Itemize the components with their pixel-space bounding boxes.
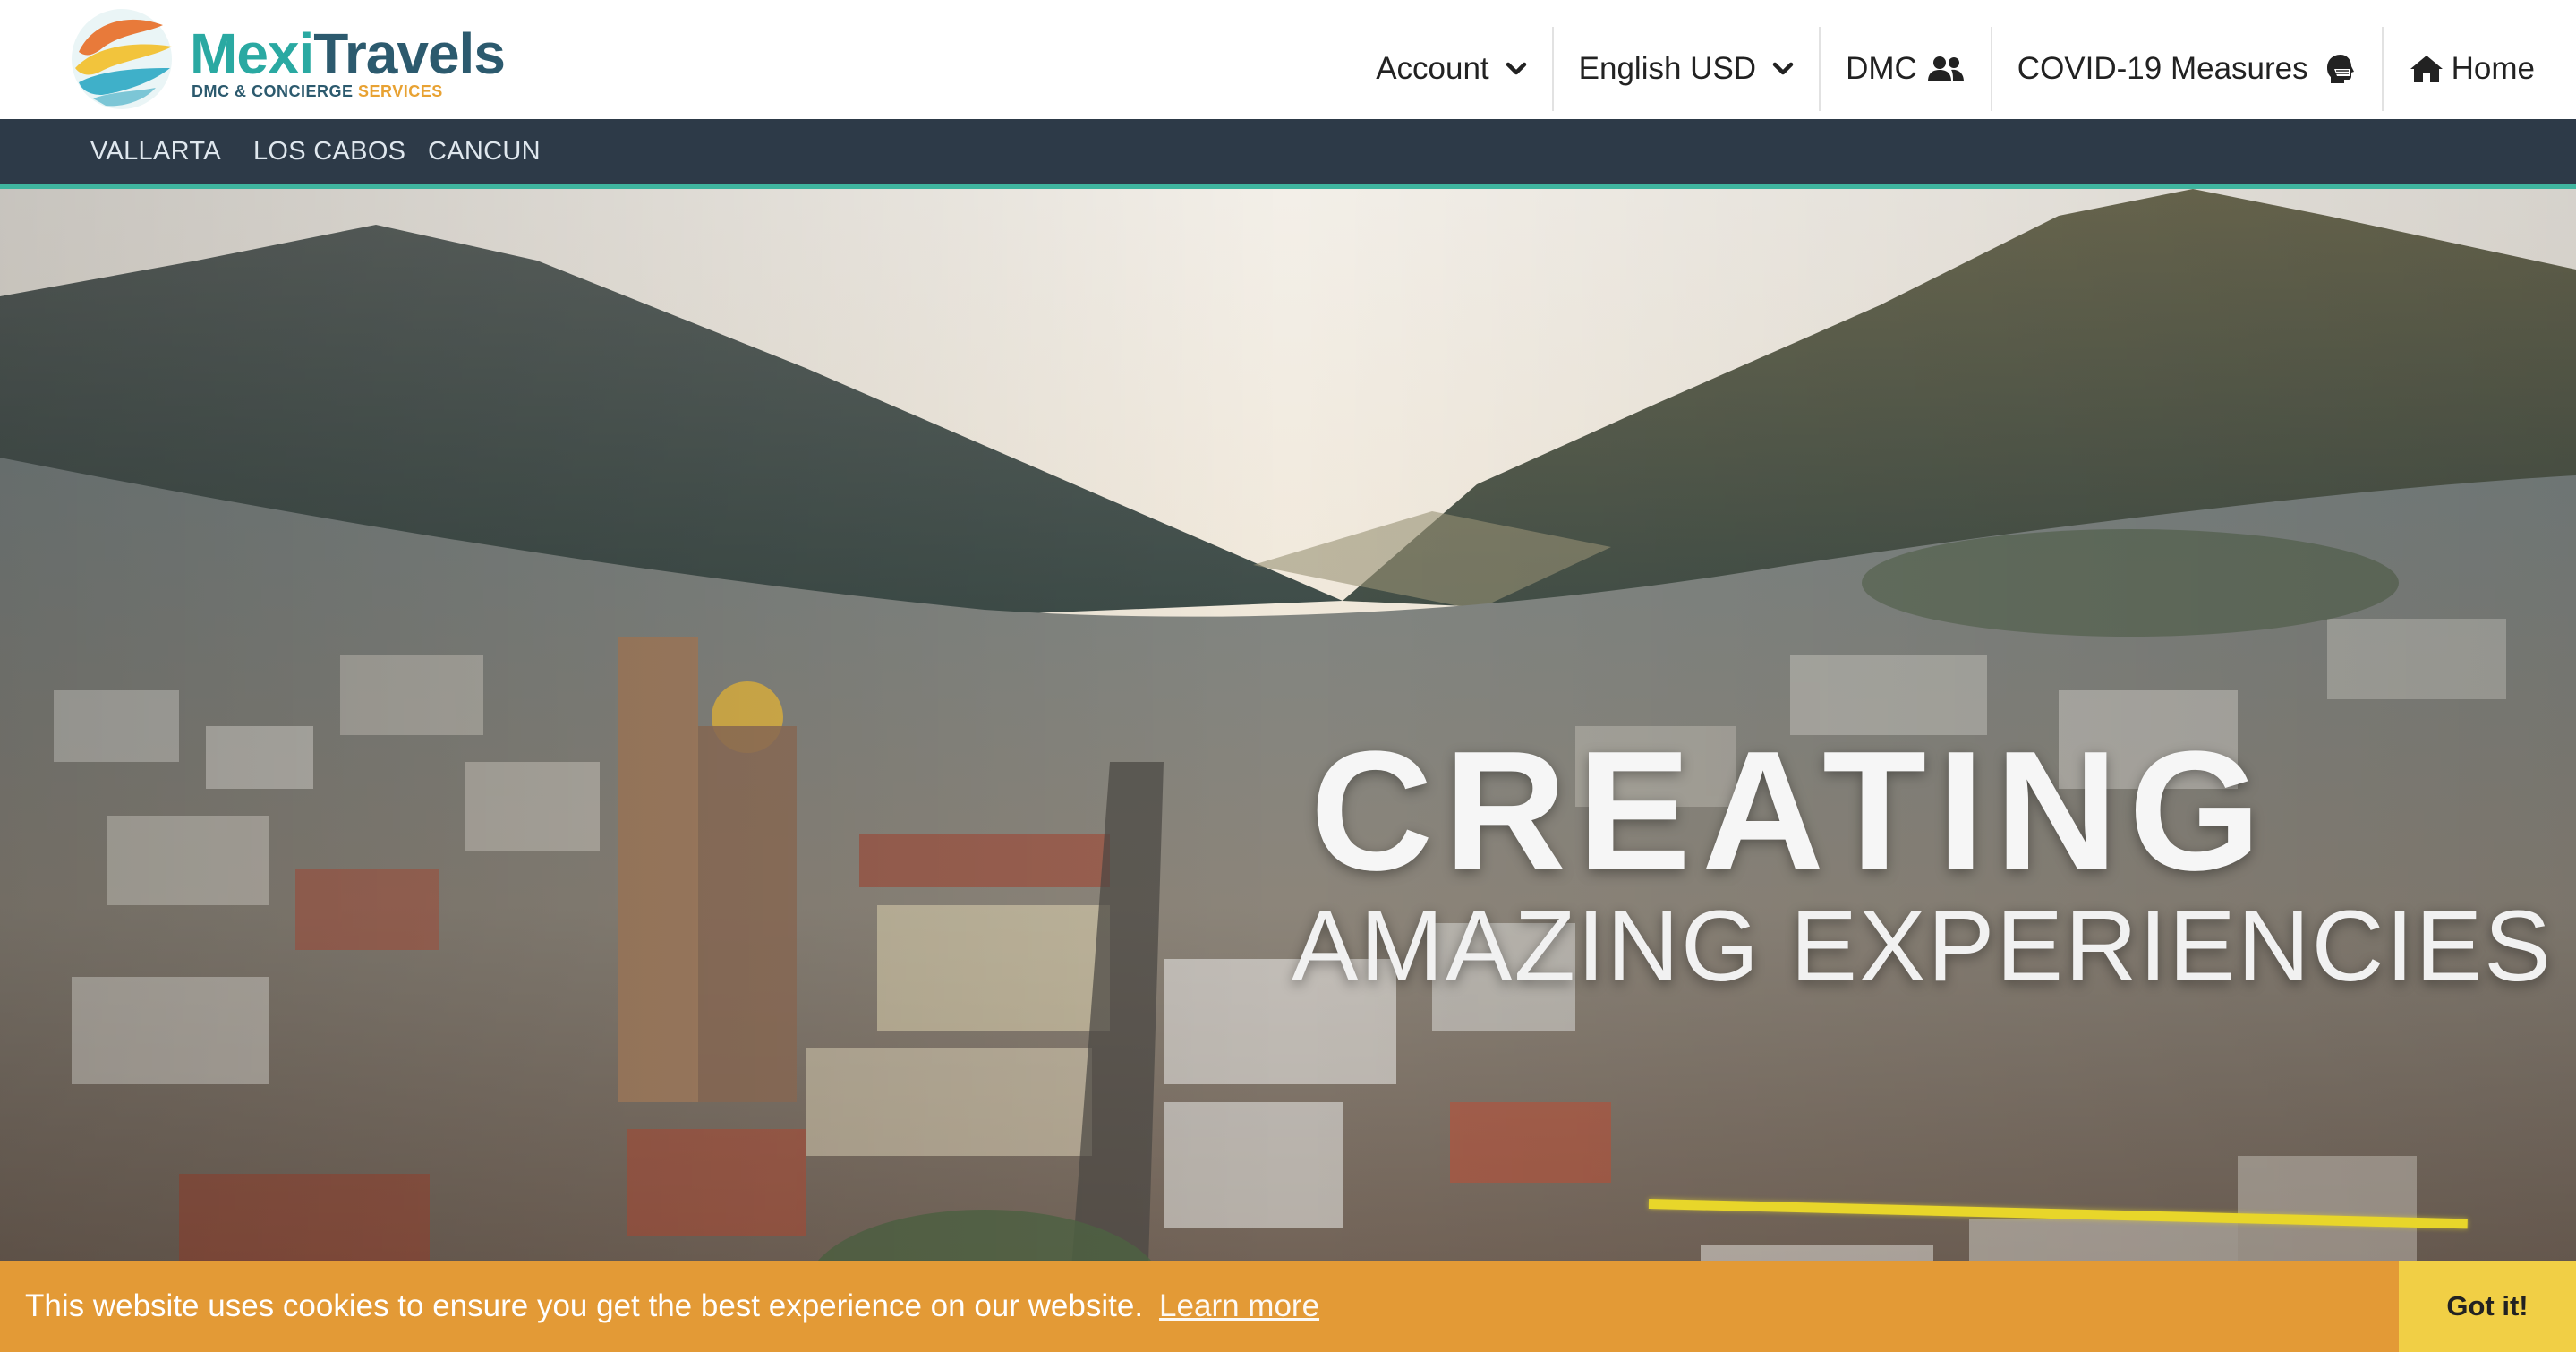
covid-measures-link[interactable]: COVID-19 Measures [1992, 27, 2384, 111]
home-label: Home [2451, 51, 2535, 86]
users-icon [1926, 55, 1966, 83]
dmc-link[interactable]: DMC [1821, 27, 1992, 111]
cookie-consent-bar: This website uses cookies to ensure you … [0, 1261, 2576, 1352]
hero-title: CREATING [1309, 716, 2272, 906]
account-menu[interactable]: Account [1351, 27, 1554, 111]
chevron-down-icon [1772, 62, 1794, 76]
cookie-message-container: This website uses cookies to ensure you … [25, 1261, 1319, 1352]
brand-tagline-part2: SERVICES [358, 82, 443, 100]
brand-tagline: DMC & CONCIERGE SERVICES [192, 82, 443, 101]
hero-video[interactable]: CREATING AMAZING EXPERIENCIES [0, 189, 2576, 1352]
nav-cancun[interactable]: CANCUN [428, 119, 541, 184]
nav-vallarta[interactable]: VALLARTA [90, 119, 221, 184]
site-header: MexiTravels DMC & CONCIERGE SERVICES Acc… [0, 0, 2576, 119]
head-mask-icon [2324, 53, 2357, 85]
destinations-nav: VALLARTA LOS CABOS CANCUN [0, 119, 2576, 189]
brand-tagline-part1: DMC & CONCIERGE [192, 82, 354, 100]
logo-mark-icon [72, 9, 172, 109]
home-link[interactable]: Home [2384, 27, 2535, 111]
language-currency-menu[interactable]: English USD [1554, 27, 1821, 111]
cookie-accept-button[interactable]: Got it! [2399, 1261, 2576, 1352]
chevron-down-icon [1506, 62, 1527, 76]
learn-more-link[interactable]: Learn more [1159, 1288, 1319, 1323]
language-label: English USD [1578, 51, 1757, 86]
nav-los-cabos[interactable]: LOS CABOS [253, 119, 405, 184]
cookie-message: This website uses cookies to ensure you … [25, 1288, 1144, 1323]
brand-name-part2: Travels [313, 21, 506, 86]
site-logo[interactable]: MexiTravels DMC & CONCIERGE SERVICES [66, 5, 532, 113]
dmc-label: DMC [1846, 51, 1917, 86]
top-navigation: Account English USD DMC COVID-19 Measure… [1351, 27, 2535, 111]
brand-name: MexiTravels [190, 25, 506, 82]
hero-subtitle: AMAZING EXPERIENCIES [1291, 890, 2553, 1002]
covid-label: COVID-19 Measures [2017, 51, 2308, 86]
account-label: Account [1376, 51, 1489, 86]
home-icon [2409, 54, 2444, 84]
brand-name-part1: Mexi [190, 21, 314, 86]
